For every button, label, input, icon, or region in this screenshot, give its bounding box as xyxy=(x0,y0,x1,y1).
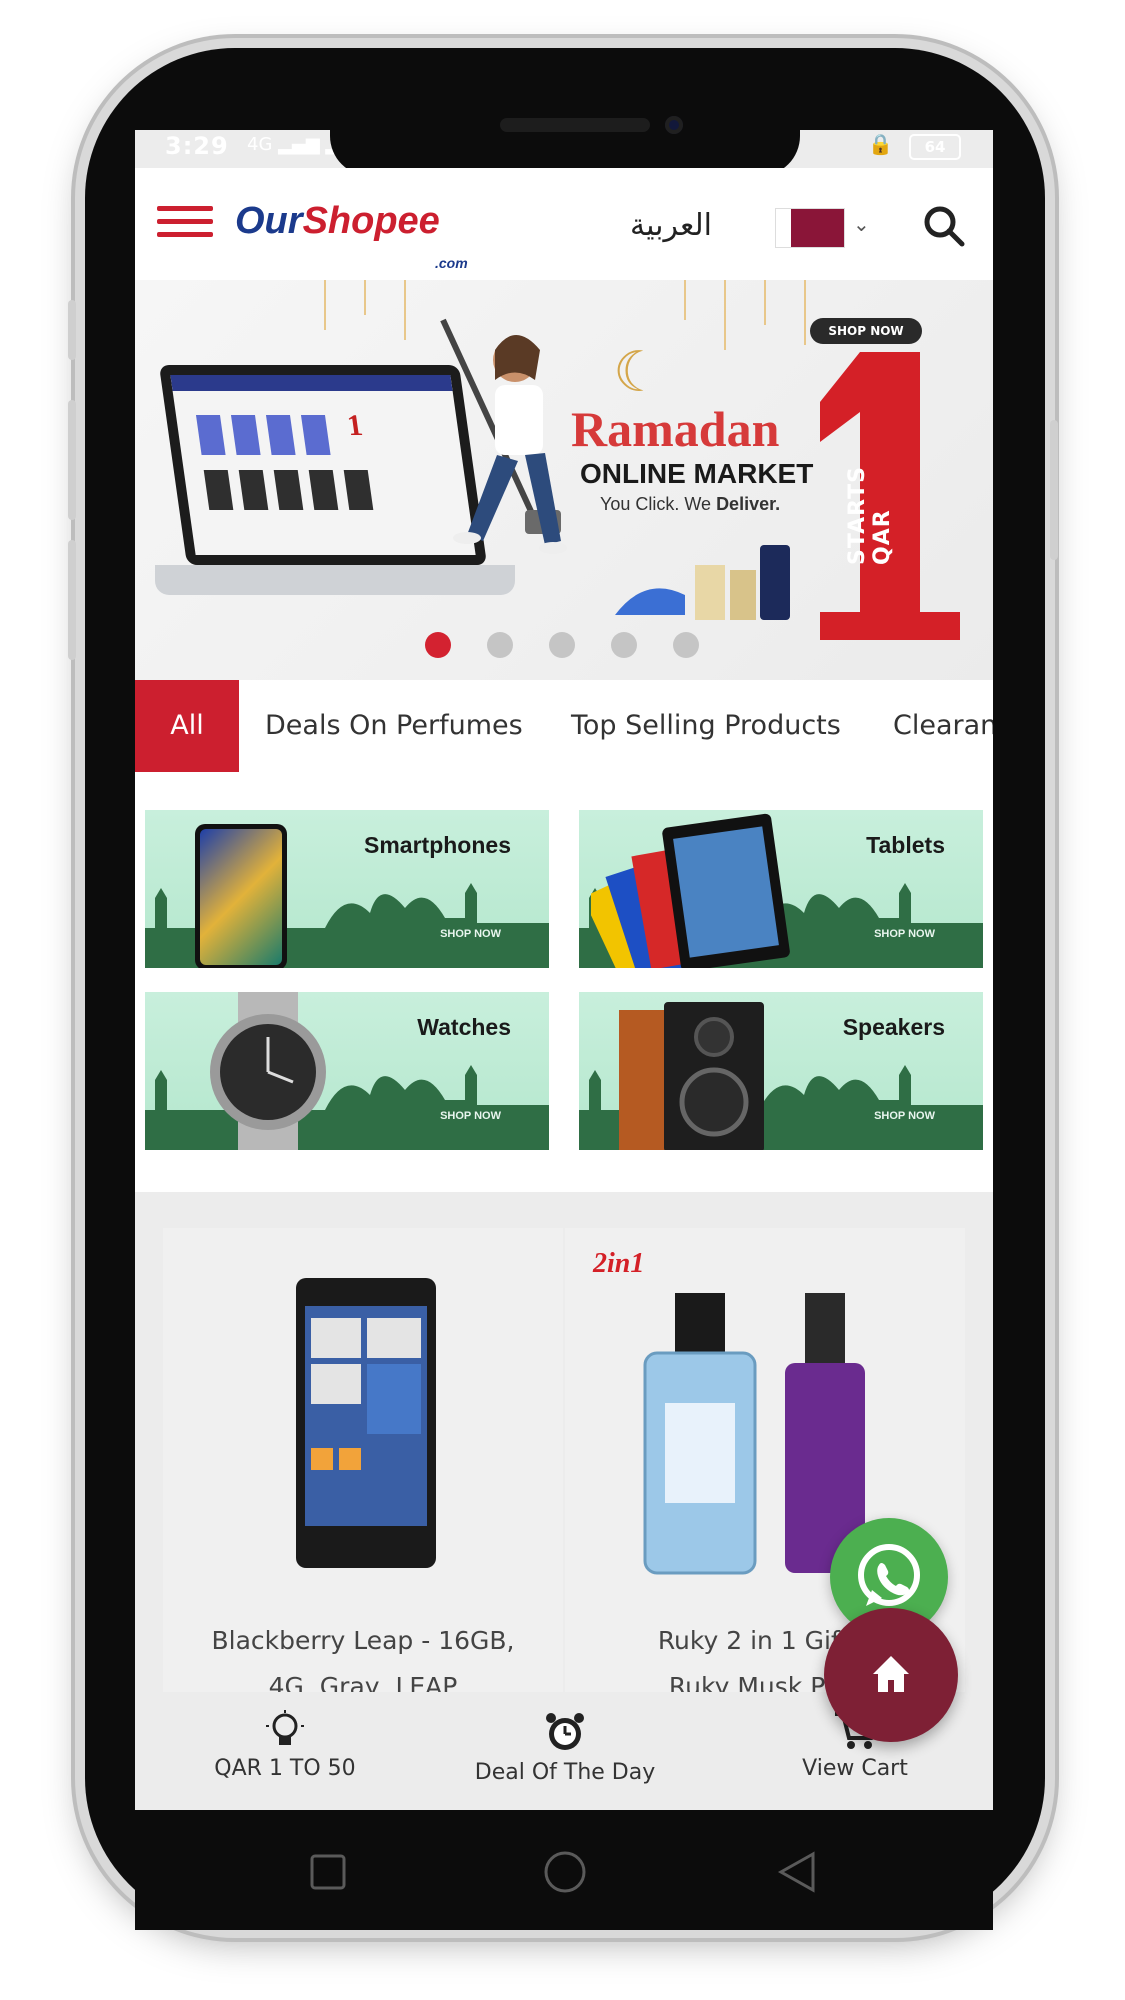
home-circle-icon[interactable] xyxy=(543,1850,587,1894)
android-nav-bar xyxy=(135,1810,993,1930)
product-card[interactable]: Blackberry Leap - 16GB, 4G, Gray, LEAP xyxy=(163,1228,563,1701)
speaker-grille xyxy=(500,118,650,132)
speaker-image xyxy=(619,1002,764,1150)
category-shop-now[interactable]: SHOP NOW xyxy=(440,1110,501,1122)
lock-icon: 🔒 xyxy=(868,132,893,156)
carousel-dot[interactable] xyxy=(549,632,575,658)
watch-image xyxy=(210,992,326,1150)
category-label: Tablets xyxy=(866,832,945,858)
crescent-moon-icon: ☾ xyxy=(613,340,664,405)
tab-all[interactable]: All xyxy=(135,680,239,772)
svg-text:1: 1 xyxy=(345,408,365,442)
qatar-flag-icon[interactable] xyxy=(775,208,845,248)
status-time: 3:29 xyxy=(165,132,229,160)
nav-qar-1-to-50[interactable]: QAR 1 TO 50 xyxy=(190,1710,380,1781)
category-grid: Smartphones SHOP NOW Tablets SHOP NOW Wa… xyxy=(135,772,993,1192)
carousel-dot[interactable] xyxy=(425,632,451,658)
blackberry-phone-image xyxy=(296,1278,436,1568)
hero-banner[interactable]: 1 ☾ SHOP NOW Ramadan ONLINE MARKET You C… xyxy=(135,280,993,680)
tab-clearance[interactable]: Clearan xyxy=(893,680,993,772)
banner-title: Ramadan xyxy=(571,401,780,457)
app-header: OurShopee .com العربية ⌄ xyxy=(135,168,993,280)
logo[interactable]: OurShopee .com xyxy=(235,198,468,271)
category-tabs: All Deals On Perfumes Top Selling Produc… xyxy=(135,680,993,772)
category-shop-now[interactable]: SHOP NOW xyxy=(874,928,935,940)
front-camera xyxy=(665,116,683,134)
carousel-dot[interactable] xyxy=(673,632,699,658)
menu-icon[interactable] xyxy=(157,206,213,246)
home-button[interactable] xyxy=(824,1608,958,1742)
banner-starts-qar: STARTS QAR xyxy=(845,466,895,565)
alarm-clock-icon xyxy=(546,1713,584,1750)
carousel-dot[interactable] xyxy=(611,632,637,658)
notch xyxy=(330,98,800,176)
category-speakers[interactable]: Speakers SHOP NOW xyxy=(579,992,983,1150)
chevron-down-icon[interactable]: ⌄ xyxy=(853,212,870,236)
product-badge: 2in1 xyxy=(593,1248,645,1279)
lightbulb-icon xyxy=(266,1710,304,1745)
carousel-indicators xyxy=(425,632,699,658)
category-shop-now[interactable]: SHOP NOW xyxy=(874,1110,935,1122)
category-label: Speakers xyxy=(842,1014,945,1040)
category-tablets[interactable]: Tablets SHOP NOW xyxy=(579,810,983,968)
smartphone-image xyxy=(195,824,287,968)
category-label: Smartphones xyxy=(364,832,511,858)
banner-tagline: You Click. We Deliver. xyxy=(600,494,781,514)
products-image xyxy=(615,545,790,620)
lanterns-decoration xyxy=(324,280,806,350)
woman-with-vacuum-image xyxy=(440,318,567,554)
phone-power-button xyxy=(1050,420,1058,560)
nav-deal-of-the-day[interactable]: Deal Of The Day xyxy=(465,1710,665,1785)
back-icon[interactable] xyxy=(775,1850,819,1894)
phone-volume-down xyxy=(68,540,76,660)
language-switch[interactable]: العربية xyxy=(630,208,712,243)
phone-volume-up xyxy=(68,400,76,520)
recent-apps-icon[interactable] xyxy=(308,1852,348,1892)
phone-side-button xyxy=(68,300,76,360)
search-icon[interactable] xyxy=(922,204,966,248)
banner-subtitle: ONLINE MARKET xyxy=(580,458,814,489)
category-shop-now[interactable]: SHOP NOW xyxy=(440,928,501,940)
category-label: Watches xyxy=(417,1014,511,1040)
tab-top-selling-products[interactable]: Top Selling Products xyxy=(571,680,841,772)
category-watches[interactable]: Watches SHOP NOW xyxy=(145,992,549,1150)
category-smartphones[interactable]: Smartphones SHOP NOW xyxy=(145,810,549,968)
tab-deals-on-perfumes[interactable]: Deals On Perfumes xyxy=(265,680,523,772)
home-icon xyxy=(873,1656,909,1692)
tablets-image xyxy=(591,813,790,968)
banner-shop-now-button[interactable]: SHOP NOW xyxy=(810,318,922,344)
carousel-dot[interactable] xyxy=(487,632,513,658)
battery-icon: 64 xyxy=(909,134,961,160)
